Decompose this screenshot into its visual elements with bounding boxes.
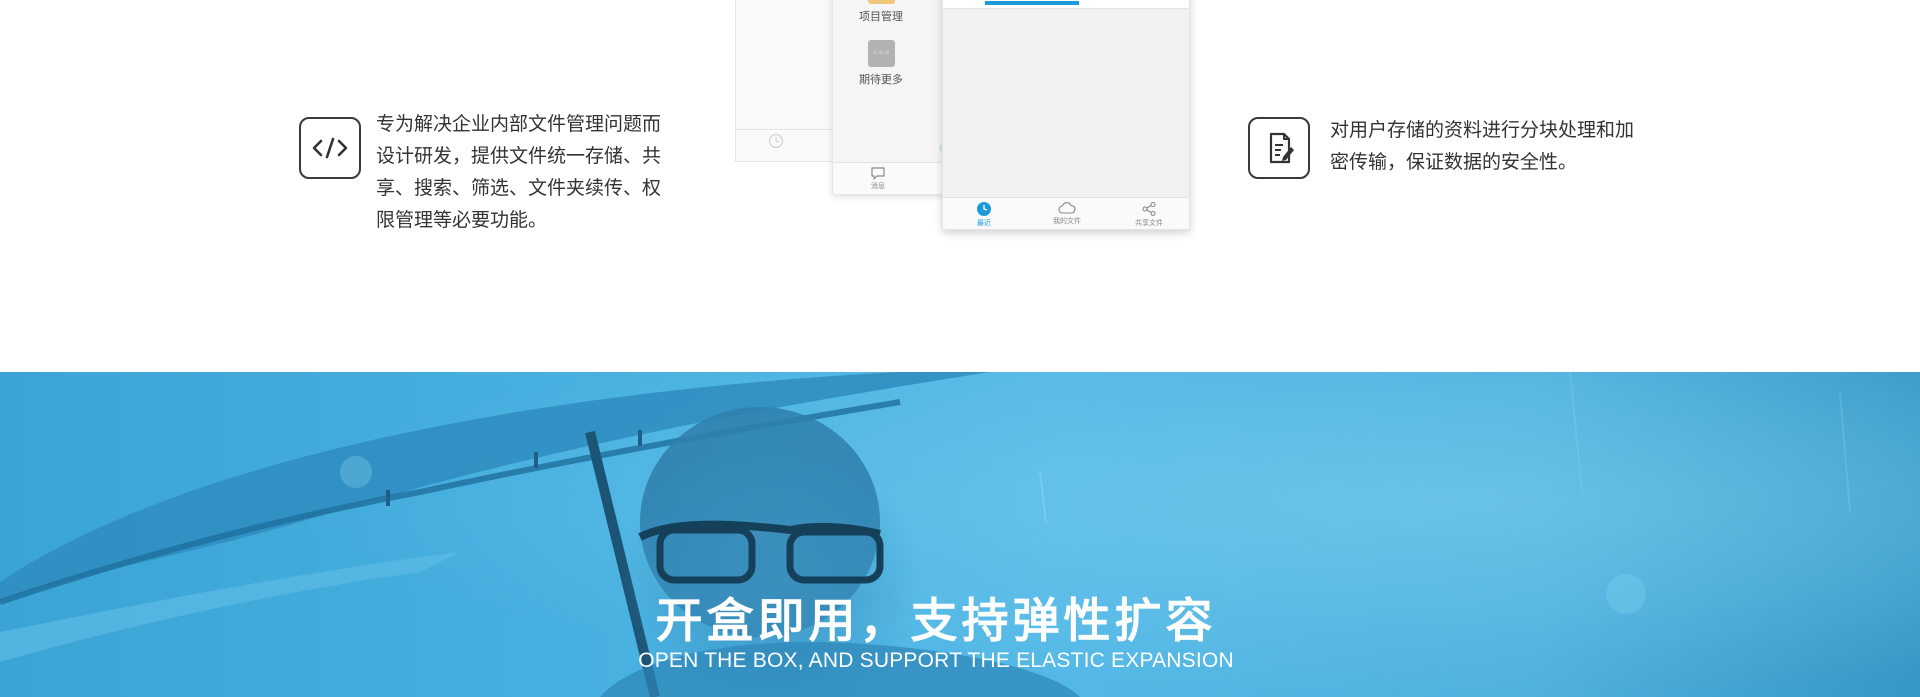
more-icon: ◦◦◦ (867, 40, 895, 67)
clock-icon (977, 202, 991, 216)
feature-line: 密传输，保证数据的安全性。 (1330, 151, 1578, 173)
tab-label: 我的文件 (1053, 217, 1081, 225)
message-icon (871, 167, 885, 180)
active-tab-indicator (985, 1, 1079, 5)
feature-line: 限管理等必要功能。 (376, 209, 548, 231)
tab-label: 最近 (977, 219, 991, 227)
feature-line: 享、搜索、筛选、文件夹续传、权 (376, 177, 662, 199)
menu-item-project[interactable]: 项目管理 (836, 0, 926, 24)
tab-label: 消息 (871, 182, 885, 190)
banner-subtitle: OPEN THE BOX, AND SUPPORT THE ELASTIC EX… (638, 649, 1234, 672)
code-icon (299, 117, 361, 179)
menu-item-label: 项目管理 (859, 10, 903, 23)
feature-description-right: 对用户存储的资料进行分块处理和加 密传输，保证数据的安全性。 (1330, 114, 1670, 178)
clock-icon (768, 133, 784, 149)
banner-title: 开盒即用，支持弹性扩容 (655, 594, 1217, 649)
menu-item-more[interactable]: ◦◦◦ 期待更多 (836, 40, 926, 87)
features-section: 专为解决企业内部文件管理问题而 设计研发，提供文件统一存储、共 享、搜索、筛选、… (0, 0, 1920, 372)
tab-recent[interactable]: 最近 (954, 201, 1014, 228)
share-icon (1142, 201, 1156, 217)
back-tab-clock (746, 133, 806, 150)
tab-my-files[interactable]: 我的文件 (1037, 201, 1097, 226)
hero-banner: 开盒即用，支持弹性扩容 OPEN THE BOX, AND SUPPORT TH… (0, 372, 1920, 697)
phone-front-header (943, 0, 1189, 9)
menu-item-label: 期待更多 (859, 73, 903, 86)
cloud-icon (1058, 202, 1076, 214)
tab-label: 共享文件 (1135, 219, 1163, 227)
feature-line: 专为解决企业内部文件管理问题而 (376, 113, 662, 135)
tab-message[interactable]: 消息 (848, 166, 908, 191)
phone-front-tabbar: 最近 我的文件 共享文件 (943, 197, 1189, 229)
tab-shared-files[interactable]: 共享文件 (1119, 201, 1179, 228)
phone-mockup-front: 最近 我的文件 共享文件 (942, 0, 1190, 230)
feature-line: 对用户存储的资料进行分块处理和加 (1330, 119, 1635, 141)
project-icon (867, 0, 895, 4)
feature-description-left: 专为解决企业内部文件管理问题而 设计研发，提供文件统一存储、共 享、搜索、筛选、… (376, 108, 686, 236)
feature-line: 设计研发，提供文件统一存储、共 (376, 145, 662, 167)
document-edit-icon (1248, 117, 1310, 179)
